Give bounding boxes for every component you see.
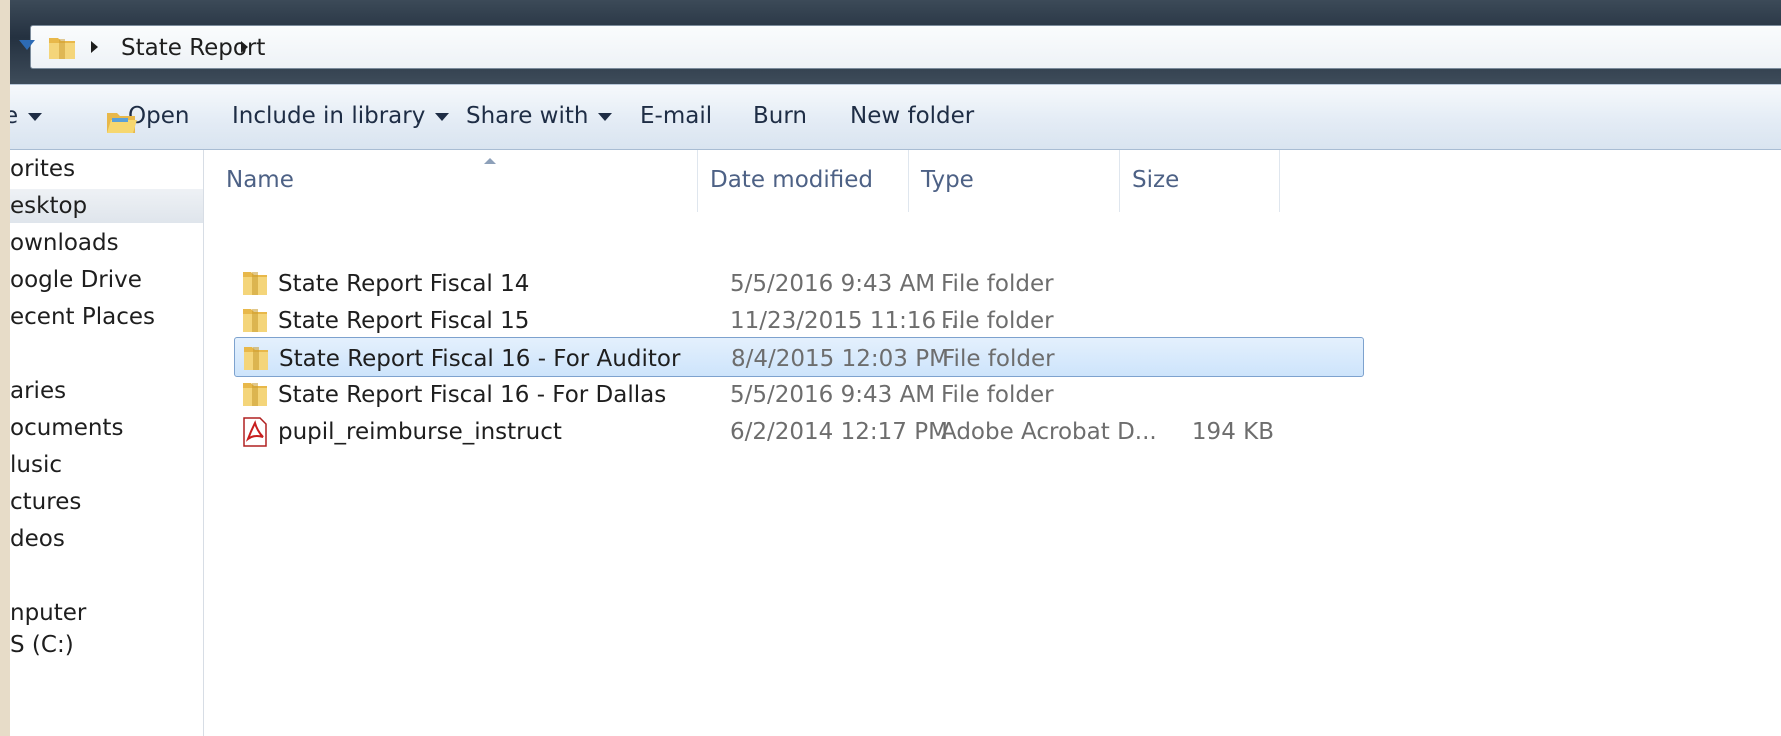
- burn-button[interactable]: Burn: [753, 103, 807, 129]
- nav-item-label: S (C:): [10, 632, 74, 658]
- nav-item-label: deos: [10, 526, 65, 552]
- title-bar: State Report: [10, 0, 1781, 84]
- nav-item-documents[interactable]: ocuments: [10, 411, 203, 445]
- file-size: 194 KB: [1191, 419, 1274, 445]
- column-header-date-modified[interactable]: Date modified: [698, 150, 909, 212]
- folder-icon: [242, 269, 268, 301]
- folder-icon: [242, 380, 268, 412]
- file-name: State Report Fiscal 16 - For Auditor: [279, 346, 681, 372]
- file-type: Adobe Acrobat D...: [941, 419, 1157, 445]
- navigation-pane: orites esktop ownloads oogle Drive ecent…: [10, 150, 204, 736]
- file-date-modified: 11/23/2015 11:16 ...: [730, 308, 966, 334]
- file-list: Name Date modified Type Size State Repor…: [204, 150, 1781, 736]
- file-row[interactable]: State Report Fiscal 14 5/5/2016 9:43 AM Fi…: [234, 263, 1364, 303]
- dropdown-arrow-icon[interactable]: [19, 40, 35, 50]
- share-with-button[interactable]: Share with: [466, 103, 613, 129]
- file-name: State Report Fiscal 15: [278, 308, 530, 334]
- chevron-down-icon: [435, 112, 450, 121]
- folder-icon: [242, 306, 268, 338]
- organize-button[interactable]: e: [10, 103, 43, 129]
- open-folder-icon[interactable]: [106, 109, 138, 135]
- pdf-icon: [242, 417, 268, 451]
- nav-item-label: lusic: [10, 452, 62, 478]
- nav-item-label: ecent Places: [10, 304, 155, 330]
- chevron-down-icon: [598, 112, 613, 121]
- nav-item-label: esktop: [10, 193, 88, 219]
- nav-item-google-drive[interactable]: oogle Drive: [10, 263, 203, 297]
- nav-item-downloads[interactable]: ownloads: [10, 226, 203, 260]
- file-row[interactable]: State Report Fiscal 15 11/23/2015 11:16 .…: [234, 300, 1364, 340]
- nav-item-label: ownloads: [10, 230, 119, 256]
- chevron-down-icon: [28, 112, 43, 121]
- include-in-library-button[interactable]: Include in library: [232, 103, 450, 129]
- nav-item-computer[interactable]: nputer: [10, 596, 203, 630]
- file-date-modified: 5/5/2016 9:43 AM: [730, 382, 936, 408]
- file-date-modified: 5/5/2016 9:43 AM: [730, 271, 936, 297]
- nav-item-label: nputer: [10, 600, 87, 626]
- folder-icon: [243, 344, 269, 376]
- file-type: File folder: [941, 382, 1054, 408]
- nav-item-label: aries: [10, 378, 67, 404]
- email-button[interactable]: E-mail: [640, 103, 712, 129]
- file-name: State Report Fiscal 16 - For Dallas: [278, 382, 667, 408]
- breadcrumb-separator-icon[interactable]: [241, 41, 248, 53]
- file-date-modified: 6/2/2014 12:17 PM: [730, 419, 948, 445]
- nav-item-desktop[interactable]: esktop: [10, 189, 203, 223]
- nav-item-favorites[interactable]: orites: [10, 152, 203, 186]
- file-type: File folder: [941, 271, 1054, 297]
- explorer-window: State Report e Open Include in library S…: [10, 0, 1781, 736]
- file-row[interactable]: pupil_reimburse_instruct 6/2/2014 12:17 P…: [234, 411, 1364, 451]
- address-bar[interactable]: State Report: [19, 25, 1781, 69]
- breadcrumb-separator-icon[interactable]: [91, 41, 98, 53]
- file-name: State Report Fiscal 14: [278, 271, 530, 297]
- file-row[interactable]: State Report Fiscal 16 - For Dallas 5/5/2…: [234, 374, 1364, 414]
- nav-item-music[interactable]: lusic: [10, 448, 203, 482]
- column-header-name[interactable]: Name: [214, 150, 698, 212]
- nav-item-pictures[interactable]: ctures: [10, 485, 203, 519]
- column-header-type[interactable]: Type: [909, 150, 1120, 212]
- nav-item-libraries[interactable]: aries: [10, 374, 203, 408]
- nav-item-label: oogle Drive: [10, 267, 142, 293]
- new-folder-button[interactable]: New folder: [850, 103, 974, 129]
- file-name: pupil_reimburse_instruct: [278, 419, 562, 445]
- nav-item-drive-c[interactable]: S (C:): [10, 628, 203, 662]
- nav-item-label: orites: [10, 156, 76, 182]
- column-header-size[interactable]: Size: [1120, 150, 1280, 212]
- file-type: File folder: [941, 308, 1054, 334]
- nav-item-label: ocuments: [10, 415, 124, 441]
- nav-item-recent-places[interactable]: ecent Places: [10, 300, 203, 334]
- file-date-modified: 8/4/2015 12:03 PM: [731, 346, 949, 372]
- file-type: File folder: [942, 346, 1055, 372]
- file-row[interactable]: State Report Fiscal 16 - For Auditor 8/4/…: [234, 337, 1364, 377]
- command-bar: e Open Include in library Share with E-m…: [10, 84, 1781, 150]
- folder-icon: [49, 38, 75, 59]
- nav-item-label: ctures: [10, 489, 82, 515]
- nav-item-videos[interactable]: deos: [10, 522, 203, 556]
